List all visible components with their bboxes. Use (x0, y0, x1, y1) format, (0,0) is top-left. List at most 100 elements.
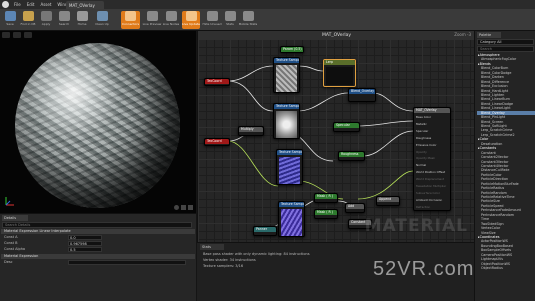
search-button[interactable]: Search (56, 11, 72, 29)
material-graph[interactable]: MAT_OVerlay Zoom -3 TexCoord TexCoord Te… (197, 31, 474, 242)
details-search-input[interactable]: Search Details (2, 222, 192, 228)
perspective-icon[interactable] (13, 32, 21, 38)
const-alpha-field[interactable]: 0.5 (68, 247, 102, 252)
property-desc: Desc (4, 260, 194, 265)
live-preview-icon (146, 11, 158, 21)
node-mask-r-2[interactable]: Mask ( R ) (314, 209, 338, 219)
lerp-preview (326, 67, 353, 85)
stats-line: Base pass shader with only dynamic light… (203, 252, 310, 256)
node-material-result[interactable]: MAT_OVerlay Base Color Metallic Specular… (413, 107, 451, 211)
output-pin-label[interactable]: World Position Offset (416, 169, 448, 176)
palette-panel: Palette Category All Search ▸Atmosphere A… (474, 31, 535, 301)
output-pin-label[interactable]: Ambient Occlusion (416, 197, 448, 204)
stats-tab[interactable]: Stats (200, 244, 224, 250)
hide-unused-button[interactable]: Hide Unused (202, 11, 222, 29)
desc-field[interactable] (68, 260, 186, 265)
apply-button[interactable]: Apply (38, 11, 54, 29)
section-linear-interpolate[interactable]: Material Expression Linear Interpolate (1, 229, 195, 234)
palette-search-input[interactable]: Search (477, 46, 534, 52)
connectors-icon (125, 11, 136, 21)
node-texture-sample-1[interactable]: Texture Sample (273, 57, 300, 93)
palette-tab[interactable]: Palette (477, 32, 501, 38)
connectors-button[interactable]: Connectors (121, 11, 140, 29)
sphere-shape-icon[interactable] (174, 205, 179, 210)
lit-icon[interactable] (24, 32, 32, 38)
node-specular[interactable]: Specular (333, 122, 360, 132)
graph-watermark: MATERIAL (364, 216, 468, 236)
node-panner[interactable]: Panner (253, 226, 277, 236)
category-select[interactable]: Category All (477, 39, 534, 45)
document-tab[interactable]: MAT_OVerlay (66, 1, 104, 9)
palette-item[interactable]: ObjectRadius (477, 266, 535, 270)
menu-asset[interactable]: Asset (40, 2, 51, 7)
home-button[interactable]: Home (74, 11, 90, 29)
node-add[interactable]: Add (345, 203, 365, 213)
viewport-options-icon[interactable] (2, 32, 10, 38)
output-pin-label[interactable]: Refraction (416, 204, 448, 211)
search-icon (58, 11, 70, 21)
node-roughness[interactable]: Roughness (338, 151, 365, 161)
mobile-stats-icon (242, 11, 254, 21)
property-label: Desc (4, 260, 13, 264)
const-b-field[interactable]: 0.967598 (68, 241, 102, 246)
node-param[interactable]: Param (0.5) (280, 46, 304, 53)
live-preview-button[interactable]: Live Preview (143, 11, 161, 29)
node-texcoord-1[interactable]: TexCoord (204, 78, 230, 86)
node-texture-sample-2[interactable]: Texture Sample (273, 103, 300, 139)
output-pin-label[interactable]: Normal (416, 162, 448, 169)
clean-up-icon (96, 11, 108, 21)
output-pin-label[interactable]: Opacity Mask (416, 155, 448, 162)
output-pin-label[interactable]: Tessellation Multiplier (416, 183, 448, 190)
details-tab[interactable]: Details (2, 215, 28, 221)
output-pin-label[interactable]: Specular (416, 128, 448, 135)
node-mask-r-1[interactable]: Mask ( R ) (314, 193, 338, 203)
property-label: Const A (4, 235, 18, 239)
output-pin-label[interactable]: Roughness (416, 135, 448, 142)
palette-list: ▸Atmosphere AtmosphericFogColor ▸Blends Ble… (477, 53, 535, 270)
live-update-icon (185, 11, 197, 21)
save-button[interactable]: Save (2, 11, 18, 29)
output-pin-label[interactable]: Subsurface Color (416, 190, 448, 197)
cube-shape-icon[interactable] (181, 205, 186, 210)
mobile-stats-button[interactable]: Mobile Stats (239, 11, 257, 29)
node-multiply[interactable]: Multiply (238, 126, 264, 136)
category-label: Category (480, 40, 496, 44)
category-value: All (497, 40, 502, 44)
node-texture-sample-4[interactable]: Texture Sample (278, 201, 305, 237)
texture-thumbnail (281, 209, 302, 236)
output-pin-label[interactable]: Metallic (416, 121, 448, 128)
stats-panel: Stats Base pass shader with only dynamic… (197, 242, 474, 301)
apply-icon (40, 11, 52, 21)
stats-icon (224, 11, 236, 21)
node-lerp[interactable]: Lerp (323, 59, 356, 87)
live-update-button[interactable]: Live Update (182, 11, 200, 29)
material-preview-sphere (15, 43, 180, 208)
viewport-shape-buttons (174, 205, 193, 210)
texture-thumbnail (279, 157, 300, 184)
stats-line: Texture samplers: 3/16 (203, 264, 244, 268)
stats-button[interactable]: Stats (222, 11, 238, 29)
section-material-expression[interactable]: Material Expression (1, 254, 195, 259)
menu-file[interactable]: File (14, 2, 21, 7)
property-label: Const B (4, 241, 18, 245)
output-pin-label[interactable]: Base Color (416, 114, 448, 121)
live-nodes-button[interactable]: Live Nodes (163, 11, 179, 29)
home-icon (76, 11, 88, 21)
details-panel: Details Search Details Material Expressi… (0, 213, 196, 301)
property-const-b: Const B 0.967598 (4, 241, 194, 246)
node-texture-sample-3[interactable]: Texture Sample (276, 149, 303, 185)
const-a-field[interactable]: 0.0 (68, 235, 102, 240)
output-pin-label[interactable]: World Displacement (416, 176, 448, 183)
property-label: Const Alpha (4, 247, 26, 251)
node-append[interactable]: Append (376, 196, 400, 206)
preview-viewport[interactable] (0, 31, 196, 213)
menu-edit[interactable]: Edit (27, 2, 35, 7)
node-texcoord-2[interactable]: TexCoord (204, 138, 230, 146)
plane-shape-icon[interactable] (188, 205, 193, 210)
output-pin-label[interactable]: Emissive Color (416, 142, 448, 149)
axis-gizmo-icon (5, 197, 14, 206)
node-blend-overlay[interactable]: Blend_Overlay (348, 88, 376, 102)
clean-up-button[interactable]: Clean Up (94, 11, 110, 29)
find-in-cb-button[interactable]: Find in CB (20, 11, 36, 29)
output-pin-label[interactable]: Opacity (416, 149, 448, 156)
